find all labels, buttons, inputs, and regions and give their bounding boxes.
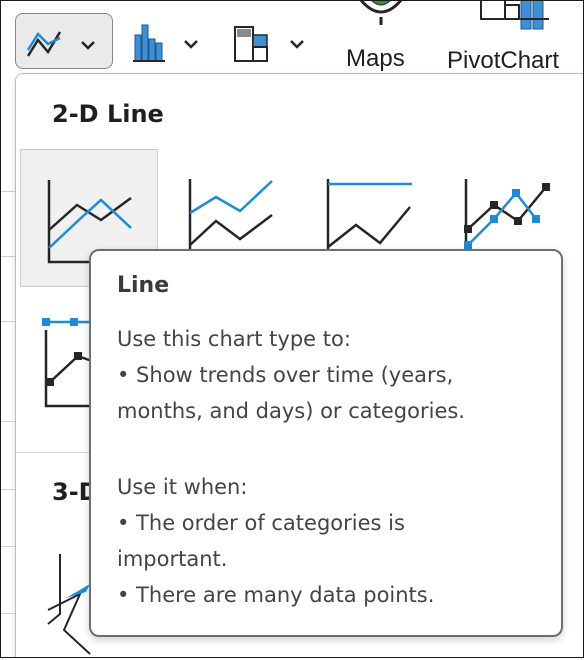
column-chart-button[interactable] (129, 13, 207, 69)
tooltip-line: Use it when: (117, 475, 248, 499)
screenshot-frame: Maps PivotChart 2-D Line 3-D Line Use th… (0, 0, 584, 658)
section-divider (16, 452, 96, 453)
tooltip-line: • The order of categories is (117, 511, 405, 535)
tooltip-line: important. (117, 547, 228, 571)
maps-label[interactable]: Maps (346, 45, 405, 73)
chevron-down-icon (184, 40, 198, 49)
hierarchy-chart-button[interactable] (231, 13, 315, 69)
globe-icon (359, 1, 403, 25)
bar-chart-icon (133, 24, 198, 62)
section-title-2d: 2-D Line (52, 100, 164, 128)
tooltip-line: Use this chart type to: (117, 327, 351, 351)
line-chart-button[interactable] (15, 13, 113, 69)
chevron-down-icon (81, 41, 95, 50)
tooltip-title: Line (117, 273, 170, 298)
tooltip-line: months, and days) or categories. (117, 399, 465, 423)
chart-type-tooltip: Line Use this chart type to: • Show tren… (89, 249, 563, 637)
hierarchy-chart-icon (234, 26, 304, 62)
line-chart-icon (26, 31, 95, 57)
tooltip-line: • There are many data points. (117, 583, 435, 607)
ribbon: Maps PivotChart (1, 1, 583, 79)
tooltip-line: • Show trends over time (years, (117, 363, 454, 387)
chevron-down-icon (290, 40, 304, 49)
pivotchart-label[interactable]: PivotChart (447, 47, 559, 75)
pivotchart-icon (480, 1, 549, 30)
